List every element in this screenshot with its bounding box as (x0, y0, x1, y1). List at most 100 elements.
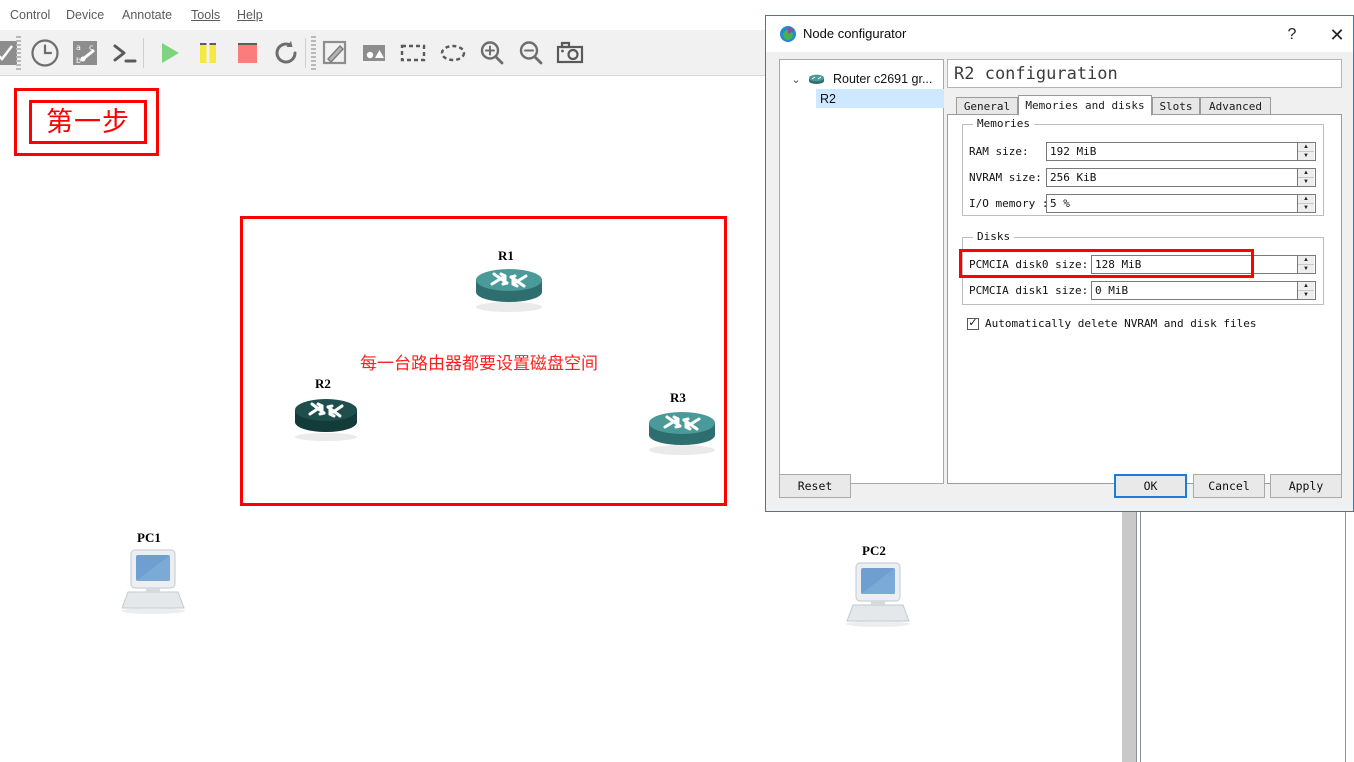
add-note-icon[interactable] (318, 36, 352, 70)
cancel-button[interactable]: Cancel (1193, 474, 1265, 498)
io-memory-spinner[interactable]: ▲ ▼ (1297, 195, 1314, 212)
reset-button[interactable]: Reset (779, 474, 851, 498)
menu-item-device-label: Device (66, 8, 105, 22)
reload-icon[interactable] (269, 36, 303, 70)
pcmcia-disk1-spin-down[interactable]: ▼ (1298, 291, 1314, 299)
zoom-out-icon[interactable] (514, 36, 548, 70)
gns3-app-icon (779, 25, 797, 43)
pcmcia-disk0-spin-up[interactable]: ▲ (1298, 256, 1314, 265)
menu-item-help-label: Help (237, 8, 263, 22)
menu-item-control[interactable]: Control (6, 6, 54, 24)
nvram-size-spinner[interactable]: ▲ ▼ (1297, 169, 1314, 186)
pcmcia-disk1-label: PCMCIA disk1 size: (969, 284, 1089, 297)
stop-icon[interactable] (230, 36, 264, 70)
config-heading-text: R2 configuration (954, 63, 1118, 84)
help-button[interactable]: ? (1276, 22, 1308, 48)
tree-root-label: Router c2691 gr... (833, 72, 933, 86)
computer-pc2-icon[interactable] (843, 561, 913, 634)
console-abc-icon[interactable]: a c b (68, 36, 102, 70)
right-panel-divider-1 (1136, 512, 1137, 762)
disks-group-legend: Disks (973, 230, 1015, 243)
ram-size-row: RAM size: (969, 145, 1029, 158)
tree-row-router-group[interactable]: ⌄ Router c2691 gr... (780, 69, 943, 89)
ram-size-spin-down[interactable]: ▼ (1298, 152, 1314, 160)
svg-text:a: a (76, 43, 81, 52)
io-memory-spin-down[interactable]: ▼ (1298, 204, 1314, 212)
tab-slots[interactable]: Slots (1152, 97, 1200, 115)
router-r3-icon[interactable] (645, 405, 719, 460)
auto-delete-nvram-label: Automatically delete NVRAM and disk file… (985, 317, 1257, 330)
menu-item-device[interactable]: Device (62, 6, 108, 24)
menu-item-annotate[interactable]: Annotate (118, 6, 176, 24)
right-panel-scrollbar[interactable] (1122, 512, 1136, 762)
io-memory-input[interactable] (1047, 195, 1297, 212)
io-memory-spin-up[interactable]: ▲ (1298, 195, 1314, 204)
menu-item-tools-label: Tools (191, 8, 221, 22)
right-panel-background (1141, 512, 1346, 762)
auto-delete-nvram-checkbox-row[interactable]: ✓ Automatically delete NVRAM and disk fi… (967, 317, 1257, 330)
auto-delete-nvram-checkbox[interactable]: ✓ (967, 317, 979, 330)
ram-size-label: RAM size: (969, 145, 1029, 158)
svg-text:b: b (76, 56, 81, 65)
node-configurator-dialog: Node configurator ? ✕ ⌄ Router c2691 gr.… (765, 15, 1354, 512)
annotation-note-text: 每一台路由器都要设置磁盘空间 (360, 354, 598, 374)
ram-size-field[interactable]: ▲▼ (1046, 142, 1316, 161)
nvram-size-row: NVRAM size: (969, 171, 1042, 184)
pcmcia-disk1-size-input[interactable] (1092, 282, 1297, 299)
camera-screenshot-icon[interactable] (553, 36, 587, 70)
router-r2-icon[interactable] (291, 392, 361, 447)
nvram-size-field[interactable]: ▲▼ (1046, 168, 1316, 187)
router-r3-label: R3 (670, 390, 686, 405)
nvram-size-label: NVRAM size: (969, 171, 1042, 184)
computer-pc1-icon[interactable] (118, 548, 188, 621)
chevron-down-icon[interactable]: ⌄ (786, 73, 806, 86)
menu-item-tools[interactable]: Tools (187, 6, 224, 24)
toolbar-grip-1[interactable] (16, 36, 21, 70)
tab-advanced[interactable]: Advanced (1200, 97, 1271, 115)
toolbar-separator-2 (305, 38, 306, 68)
pcmcia-disk0-spinner[interactable]: ▲ ▼ (1297, 256, 1314, 273)
tree-row-r2[interactable]: R2 (816, 89, 944, 108)
dialog-title-text: Node configurator (803, 26, 907, 41)
pcmcia-disk0-size-field[interactable]: ▲▼ (1091, 255, 1316, 274)
disks-group: Disks PCMCIA disk0 size: ▲▼ PCMCIA disk1… (962, 230, 1324, 305)
menu-item-annotate-label: Annotate (122, 8, 173, 22)
play-icon[interactable] (152, 36, 186, 70)
dialog-title-bar[interactable]: Node configurator ? ✕ (766, 16, 1353, 52)
tab-general[interactable]: General (956, 97, 1018, 115)
tab-slots-label: Slots (1159, 99, 1193, 113)
tab-body-memories-and-disks: Memories RAM size: ▲▼ NVRAM size: (947, 114, 1342, 484)
nvram-size-input[interactable] (1047, 169, 1297, 186)
io-memory-label: I/O memory : (969, 197, 1049, 210)
clock-icon[interactable] (28, 36, 62, 70)
tab-memories-and-disks[interactable]: Memories and disks (1018, 95, 1152, 116)
toolbar-separator-1 (143, 38, 144, 68)
toolbar-grip-2[interactable] (311, 36, 316, 70)
pause-icon[interactable] (191, 36, 225, 70)
pcmcia-disk1-spin-up[interactable]: ▲ (1298, 282, 1314, 291)
draw-ellipse-icon[interactable] (436, 36, 470, 70)
menu-item-help[interactable]: Help (233, 6, 267, 24)
close-icon[interactable]: ✕ (1321, 22, 1353, 48)
draw-rectangle-icon[interactable] (396, 36, 430, 70)
pcmcia-disk0-size-input[interactable] (1092, 256, 1297, 273)
io-memory-row: I/O memory : (969, 197, 1048, 210)
nvram-size-spin-down[interactable]: ▼ (1298, 178, 1314, 186)
insert-image-icon[interactable] (357, 36, 391, 70)
nvram-size-spin-up[interactable]: ▲ (1298, 169, 1314, 178)
router-r1-icon[interactable] (472, 262, 546, 317)
memories-group-legend: Memories (973, 117, 1034, 130)
pcmcia-disk0-row: PCMCIA disk0 size: (969, 258, 1088, 271)
ram-size-input[interactable] (1047, 143, 1297, 160)
terminal-prompt-icon[interactable] (107, 36, 141, 70)
zoom-in-icon[interactable] (475, 36, 509, 70)
io-memory-field[interactable]: ▲▼ (1046, 194, 1316, 213)
node-tree-panel[interactable]: ⌄ Router c2691 gr... R2 (779, 59, 944, 484)
pcmcia-disk0-spin-down[interactable]: ▼ (1298, 265, 1314, 273)
ok-button[interactable]: OK (1114, 474, 1187, 498)
apply-button[interactable]: Apply (1270, 474, 1342, 498)
ram-size-spin-up[interactable]: ▲ (1298, 143, 1314, 152)
ram-size-spinner[interactable]: ▲ ▼ (1297, 143, 1314, 160)
pcmcia-disk1-size-field[interactable]: ▲▼ (1091, 281, 1316, 300)
pcmcia-disk1-spinner[interactable]: ▲ ▼ (1297, 282, 1314, 299)
